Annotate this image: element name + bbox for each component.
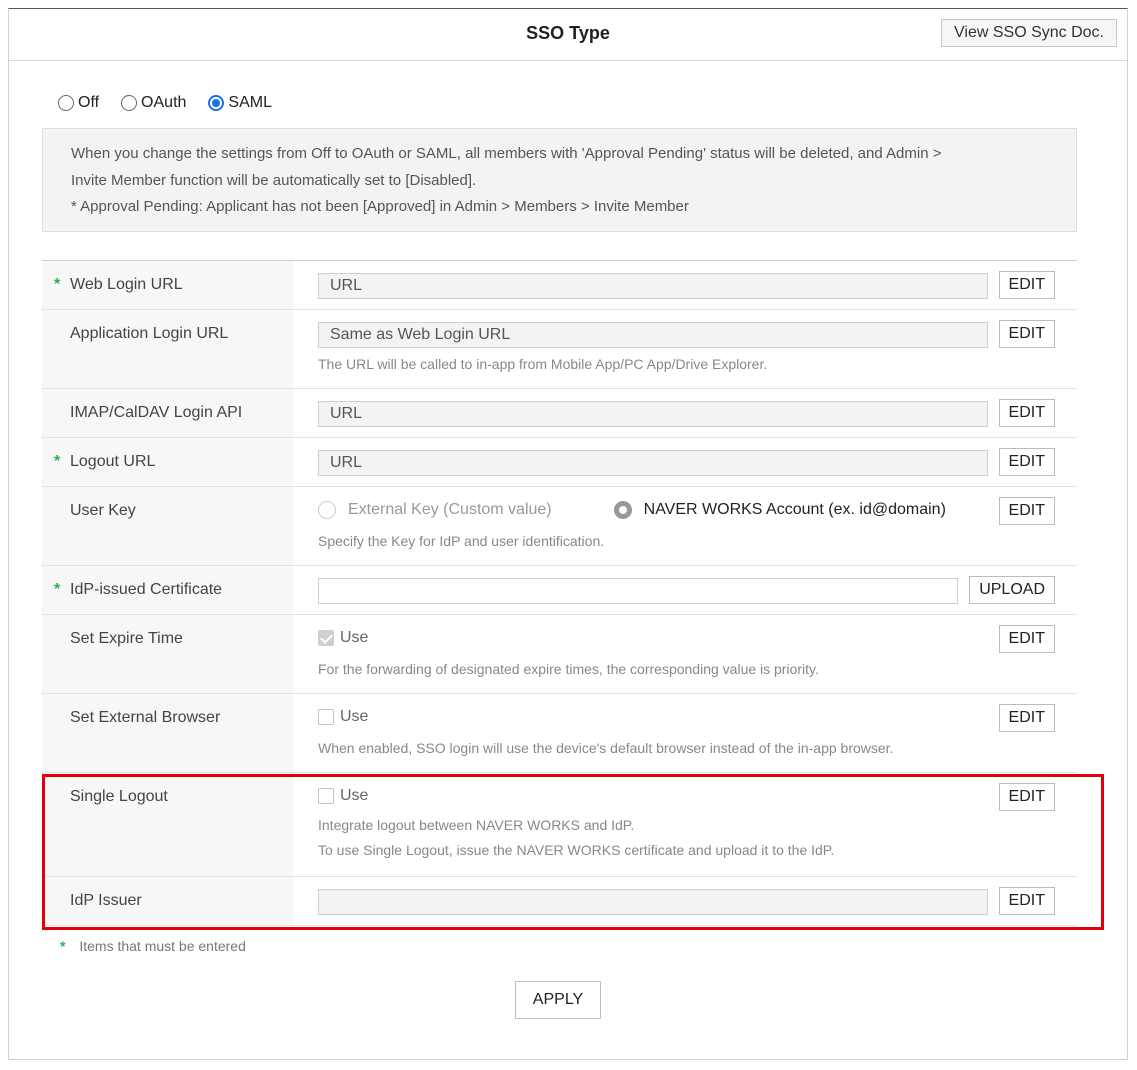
- row-idp-certificate: * IdP-issued Certificate UPLOAD: [42, 566, 1077, 615]
- checkbox-checked-icon[interactable]: [318, 630, 334, 646]
- sso-type-oauth-option[interactable]: OAuth: [121, 94, 186, 112]
- expire-use-label: Use: [340, 629, 369, 646]
- row-label: Application Login URL: [42, 310, 294, 388]
- imap-caldav-label: IMAP/CalDAV Login API: [70, 404, 243, 421]
- row-label: User Key: [42, 487, 294, 565]
- user-key-label: User Key: [70, 502, 136, 519]
- notice-line-1: When you change the settings from Off to…: [71, 145, 942, 162]
- row-imap-caldav: IMAP/CalDAV Login API URL EDIT: [42, 389, 1077, 438]
- required-mark: *: [54, 453, 61, 470]
- row-set-external-browser: Set External Browser Use EDIT When enabl…: [42, 694, 1077, 773]
- imap-caldav-field[interactable]: URL: [318, 401, 988, 427]
- external-key-label: External Key (Custom value): [348, 501, 552, 518]
- imap-caldav-edit-button[interactable]: EDIT: [998, 399, 1055, 427]
- panel-header: SSO Type View SSO Sync Doc.: [9, 9, 1127, 61]
- sso-type-oauth-label: OAuth: [141, 94, 187, 111]
- required-mark: *: [54, 581, 61, 598]
- settings-notice: When you change the settings from Off to…: [42, 128, 1077, 232]
- web-login-url-field[interactable]: URL: [318, 273, 988, 299]
- expire-time-edit-button[interactable]: EDIT: [998, 625, 1055, 653]
- checkbox-unchecked-icon[interactable]: [318, 709, 334, 725]
- external-browser-use-label: Use: [340, 708, 369, 725]
- user-key-options: External Key (Custom value) NAVER WORKS …: [318, 501, 946, 519]
- user-key-help: Specify the Key for IdP and user identif…: [318, 533, 605, 549]
- view-sso-doc-button[interactable]: View SSO Sync Doc.: [941, 19, 1117, 47]
- row-label: Set Expire Time: [42, 615, 294, 693]
- radio-saml-selected-icon[interactable]: [208, 95, 225, 111]
- expire-time-help: For the forwarding of designated expire …: [318, 661, 819, 677]
- certificate-upload-button[interactable]: UPLOAD: [969, 576, 1055, 604]
- user-key-account-option[interactable]: NAVER WORKS Account (ex. id@domain): [613, 501, 946, 519]
- idp-certificate-label: IdP-issued Certificate: [70, 581, 223, 598]
- set-expire-time-label: Set Expire Time: [70, 630, 183, 647]
- user-key-edit-button[interactable]: EDIT: [998, 497, 1055, 525]
- row-label: * Logout URL: [42, 438, 294, 486]
- expire-use-checkbox-line[interactable]: Use: [318, 629, 368, 647]
- logout-url-label: Logout URL: [70, 453, 156, 470]
- row-logout-url: * Logout URL URL EDIT: [42, 438, 1077, 487]
- radio-oauth-icon[interactable]: [121, 95, 138, 111]
- apply-button[interactable]: APPLY: [515, 981, 601, 1019]
- row-user-key: User Key External Key (Custom value) NAV…: [42, 487, 1077, 566]
- external-browser-use-checkbox-line[interactable]: Use: [318, 708, 368, 726]
- application-login-url-field[interactable]: Same as Web Login URL: [318, 322, 988, 348]
- row-web-login-url: * Web Login URL URL EDIT: [42, 261, 1077, 310]
- row-label: Set External Browser: [42, 694, 294, 772]
- row-application-login-url: Application Login URL Same as Web Login …: [42, 310, 1077, 389]
- sso-type-radio-group: Off OAuth SAML: [58, 94, 294, 112]
- application-login-help: The URL will be called to in-app from Mo…: [318, 356, 768, 372]
- sso-type-off-label: Off: [78, 94, 100, 111]
- required-mark: *: [54, 276, 61, 293]
- external-browser-edit-button[interactable]: EDIT: [998, 704, 1055, 732]
- application-login-url-label: Application Login URL: [70, 325, 229, 342]
- row-set-expire-time: Set Expire Time Use EDIT For the forward…: [42, 615, 1077, 694]
- required-mark: *: [60, 938, 66, 954]
- application-login-url-edit-button[interactable]: EDIT: [998, 320, 1055, 348]
- radio-account-selected-icon[interactable]: [613, 501, 632, 519]
- radio-off-icon[interactable]: [58, 95, 74, 111]
- highlight-box: [42, 774, 1104, 930]
- notice-line-2: Invite Member function will be automatic…: [71, 171, 477, 189]
- logout-url-field[interactable]: URL: [318, 450, 988, 476]
- account-key-label: NAVER WORKS Account (ex. id@domain): [643, 501, 946, 518]
- sso-type-off-option[interactable]: Off: [58, 94, 99, 112]
- set-external-browser-label: Set External Browser: [70, 709, 221, 726]
- web-login-url-label: Web Login URL: [70, 276, 183, 293]
- logout-url-edit-button[interactable]: EDIT: [998, 448, 1055, 476]
- row-label: * IdP-issued Certificate: [42, 566, 294, 614]
- sso-type-saml-option[interactable]: SAML: [208, 94, 272, 112]
- row-label: * Web Login URL: [42, 261, 294, 309]
- external-browser-help: When enabled, SSO login will use the dev…: [318, 740, 894, 756]
- required-items-note: * Items that must be entered: [60, 938, 246, 954]
- row-label: IMAP/CalDAV Login API: [42, 389, 294, 437]
- web-login-url-edit-button[interactable]: EDIT: [998, 271, 1055, 299]
- sso-type-saml-label: SAML: [228, 94, 272, 111]
- idp-certificate-field[interactable]: [318, 578, 958, 604]
- radio-external-key-icon[interactable]: [318, 501, 336, 519]
- user-key-external-option[interactable]: External Key (Custom value): [318, 501, 552, 519]
- required-note-text: Items that must be entered: [79, 938, 246, 954]
- notice-line-3: * Approval Pending: Applicant has not be…: [71, 198, 689, 215]
